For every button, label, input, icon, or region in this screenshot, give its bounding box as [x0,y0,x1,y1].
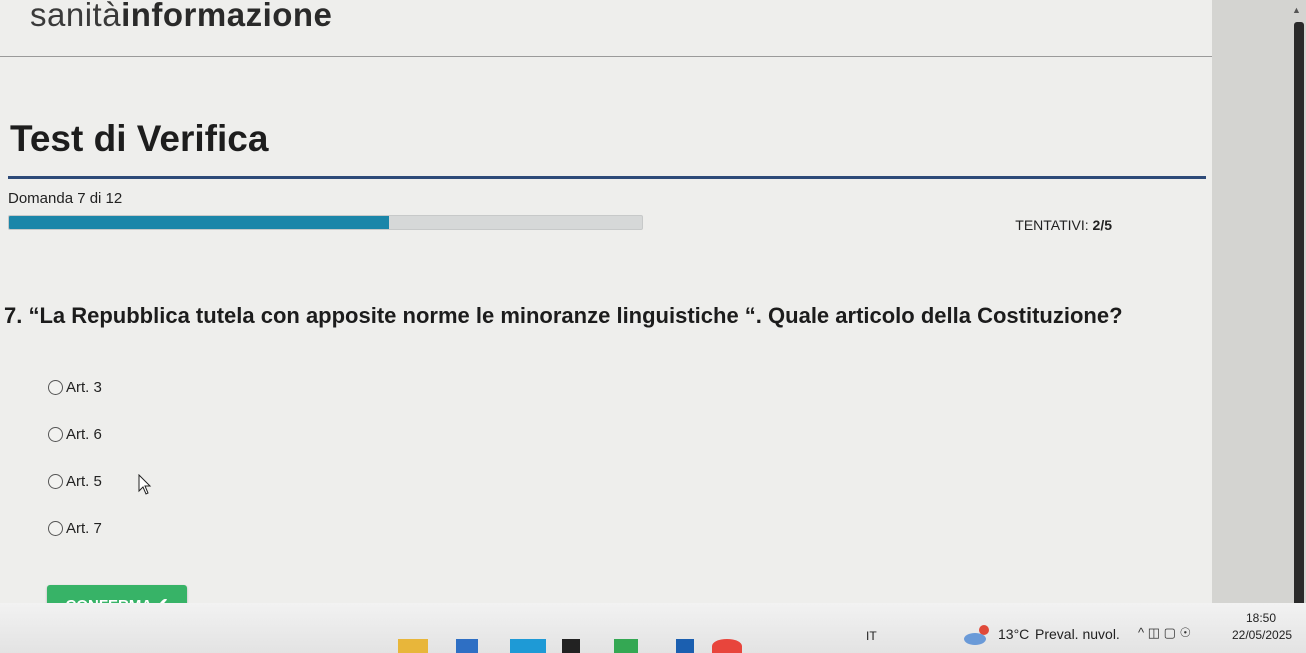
logo-text-bold: informazione [121,0,333,33]
answer-option-label: Art. 6 [66,425,102,443]
mail-icon[interactable] [456,639,478,653]
scroll-up-icon[interactable]: ▲ [1292,5,1301,15]
site-logo[interactable]: sanitàinformazione [30,0,332,34]
clock-date[interactable]: 22/05/2025 [1232,628,1292,642]
answer-option[interactable]: Art. 3 [48,375,102,399]
tripadvisor-icon[interactable] [614,639,638,653]
answer-option[interactable]: Art. 7 [48,516,102,540]
radio-button[interactable] [48,426,63,442]
mouse-cursor-icon [138,474,152,495]
logo-text-light: sanità [30,0,122,33]
clock-time[interactable]: 18:50 [1246,611,1276,625]
radio-button[interactable] [48,379,63,395]
progress-bar [8,215,643,230]
file-explorer-icon[interactable] [398,639,428,653]
answer-option[interactable]: Art. 5 [48,469,102,493]
edge-icon[interactable] [510,639,546,653]
radio-button[interactable] [48,473,63,489]
attempts-value: 2/5 [1092,217,1112,233]
app-icon[interactable] [676,639,694,653]
scrollbar-thumb[interactable] [1294,22,1304,612]
title-divider [8,176,1206,179]
quiz-page: sanitàinformazione Test di Verifica Doma… [0,0,1212,625]
chrome-icon[interactable] [712,639,742,653]
answer-options: Art. 3 Art. 6 Art. 5 Art. 7 [48,375,102,563]
question-text: 7. “La Repubblica tutela con apposite no… [4,303,1123,328]
question-counter: Domanda 7 di 12 [8,190,123,207]
answer-option-label: Art. 5 [66,472,102,490]
header-divider [0,56,1212,57]
windows-taskbar: IT 13°C Preval. nuvol. ^ ◫ ▢ ☉ 18:50 22/… [0,603,1306,653]
page-title: Test di Verifica [10,118,269,159]
amazon-icon[interactable] [562,639,580,653]
language-indicator[interactable]: IT [866,629,877,643]
radio-button[interactable] [48,520,63,536]
temperature[interactable]: 13°C [998,626,1029,642]
attempts-indicator: TENTATIVI: 2/5 [1015,217,1112,233]
answer-option-label: Art. 3 [66,378,102,396]
system-tray-icons[interactable]: ^ ◫ ▢ ☉ [1138,625,1191,641]
browser-scrollbar[interactable]: ▲ [1212,0,1306,620]
answer-option[interactable]: Art. 6 [48,422,102,446]
progress-bar-fill [9,216,389,229]
attempts-label: TENTATIVI: [1015,217,1089,233]
answer-option-label: Art. 7 [66,519,102,537]
weather-status[interactable]: Preval. nuvol. [1035,626,1120,642]
cloud-icon[interactable] [963,623,991,647]
